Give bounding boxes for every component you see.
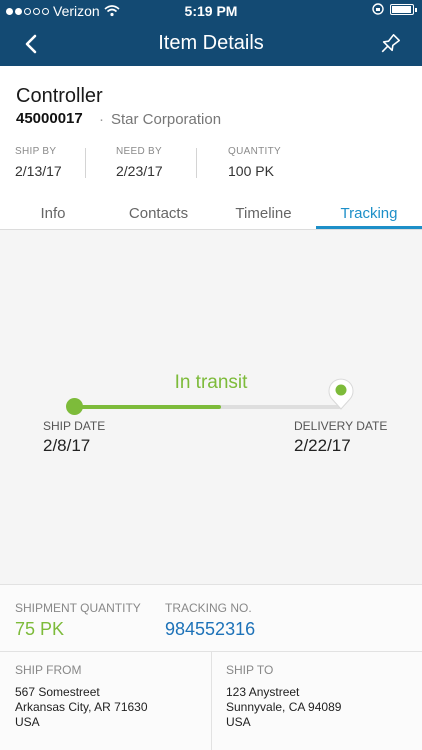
- address-line: 123 Anystreet: [226, 685, 300, 699]
- item-id: 45000017: [16, 110, 83, 127]
- tracking-number-label: TRACKING NO.: [165, 601, 252, 615]
- pin-icon[interactable]: [376, 30, 404, 58]
- tracking-progress-fill: [75, 405, 222, 409]
- status-right: [372, 3, 417, 15]
- meta-label: QUANTITY: [228, 146, 281, 157]
- meta-ship-by: SHIP BY 2/13/17: [15, 146, 62, 182]
- shipment-quantity-label: SHIPMENT QUANTITY: [15, 601, 141, 615]
- ship-date-value: 2/8/17: [43, 436, 91, 455]
- destination-pin-icon: [328, 378, 354, 410]
- page-title: Item Details: [158, 32, 264, 54]
- rotation-lock-icon: [372, 3, 384, 15]
- item-name: Controller: [16, 85, 103, 107]
- tracking-number-link[interactable]: 984552316: [165, 619, 255, 640]
- meta-label: NEED BY: [116, 146, 163, 157]
- tracking-progress-bar: [75, 405, 341, 409]
- ship-from-label: SHIP FROM: [15, 663, 82, 677]
- tab-timeline[interactable]: Timeline: [211, 198, 316, 229]
- ship-to-address: 123 Anystreet Sunnyvale, CA 94089 USA: [226, 685, 341, 730]
- meta-divider: [196, 148, 197, 178]
- address-line: Sunnyvale, CA 94089: [226, 700, 342, 714]
- address-line: Arkansas City, AR 71630: [15, 700, 148, 714]
- ship-from-address: 567 Somestreet Arkansas City, AR 71630 U…: [15, 685, 148, 730]
- meta-value: 2/23/17: [116, 163, 163, 179]
- item-company: Star Corporation: [99, 111, 221, 128]
- divider: [211, 651, 212, 750]
- battery-icon: [390, 3, 417, 15]
- address-line: 567 Somestreet: [15, 685, 100, 699]
- tab-info[interactable]: Info: [0, 198, 106, 229]
- status-bar: Verizon 5:19 PM: [0, 0, 422, 22]
- delivery-date-value: 2/22/17: [294, 436, 351, 455]
- meta-value: 100 PK: [228, 163, 274, 179]
- meta-value: 2/13/17: [15, 163, 62, 179]
- address-line: USA: [15, 715, 40, 729]
- tab-bar: Info Contacts Timeline Tracking: [0, 198, 422, 230]
- shipment-quantity-value: 75 PK: [15, 619, 65, 639]
- ship-point-icon: [66, 398, 83, 415]
- meta-label: SHIP BY: [15, 146, 57, 157]
- shipment-details: SHIPMENT QUANTITY 75 PK TRACKING NO. 984…: [0, 584, 422, 750]
- tab-tracking[interactable]: Tracking: [316, 198, 422, 229]
- clock: 5:19 PM: [184, 3, 238, 19]
- address-line: USA: [226, 715, 251, 729]
- meta-divider: [85, 148, 86, 178]
- meta-quantity: QUANTITY 100 PK: [228, 146, 281, 182]
- tab-contacts[interactable]: Contacts: [106, 198, 211, 229]
- meta-need-by: NEED BY 2/23/17: [116, 146, 163, 182]
- delivery-date-label: DELIVERY DATE: [294, 419, 388, 433]
- ship-to-label: SHIP TO: [226, 663, 274, 677]
- nav-bar: Item Details: [0, 22, 422, 66]
- tracking-status: In transit: [174, 372, 248, 393]
- tracking-panel: In transit SHIP DATE 2/8/17 DELIVERY DAT…: [0, 230, 422, 584]
- ship-date-label: SHIP DATE: [43, 419, 106, 433]
